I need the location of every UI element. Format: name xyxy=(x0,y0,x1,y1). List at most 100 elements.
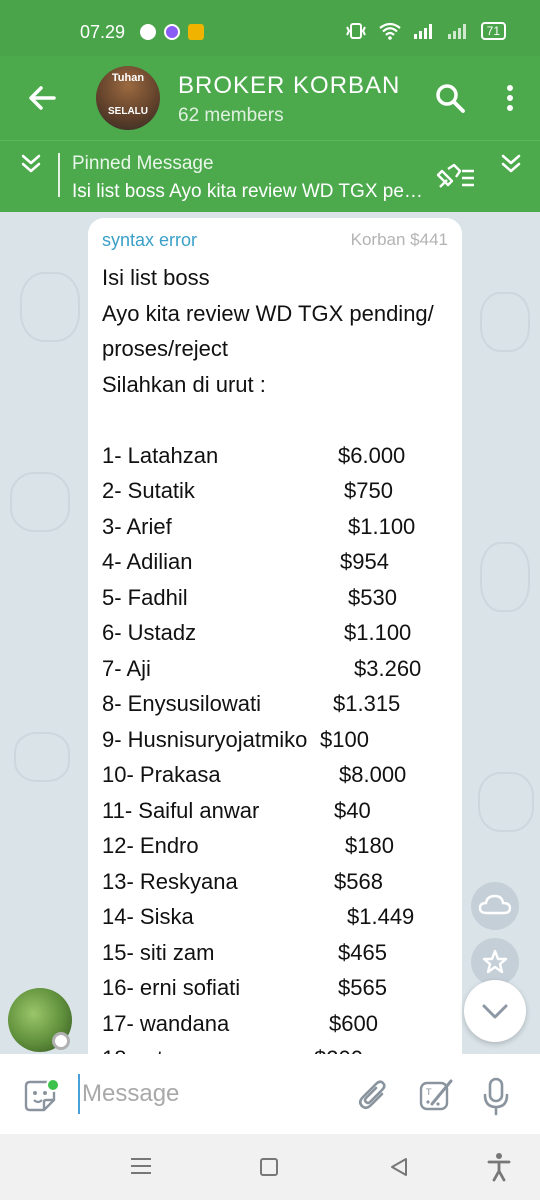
status-dot xyxy=(52,1032,70,1050)
entry-amount: $750 xyxy=(344,478,393,503)
cloud-button[interactable] xyxy=(471,882,519,930)
list-entry-row: 3- Arief $1.100 xyxy=(102,509,434,545)
entry-amount: $568 xyxy=(334,868,383,894)
entry-name: 4- Adilian xyxy=(102,549,193,574)
signal-icon xyxy=(413,24,432,39)
entry-amount: $954 xyxy=(340,549,389,574)
group-avatar[interactable]: Tuhan SELALU xyxy=(96,66,160,130)
entry-amount: $530 xyxy=(348,584,397,610)
entry-amount: $3.260 xyxy=(354,655,422,681)
battery-indicator: 71 xyxy=(480,22,506,40)
entry-amount: $1.100 xyxy=(348,513,416,539)
background-doodle xyxy=(480,292,530,352)
list-entry-row: 5- Fadhil $530 xyxy=(102,580,434,616)
entry-amount: $8.000 xyxy=(339,762,407,787)
accessibility-icon[interactable] xyxy=(486,1152,512,1182)
member-count: 62 members xyxy=(178,105,284,126)
entry-name: 13- Reskyana xyxy=(102,868,238,894)
list-entry-row: 2- Sutatik $750 xyxy=(102,473,434,509)
list-entry-row: 10- Prakasa $8.000 xyxy=(102,757,434,793)
entry-name: 14- Siska xyxy=(102,904,194,929)
home-icon[interactable] xyxy=(260,1158,278,1176)
message-line: proses/reject xyxy=(102,336,228,361)
list-entry-row: 17- wandana $600 xyxy=(102,1006,434,1042)
list-entry-row: 6- Ustadz $1.100 xyxy=(102,615,434,651)
entry-amount: $465 xyxy=(338,939,387,965)
facebook-icon xyxy=(140,24,156,40)
list-entry-row: 1- Latahzan $6.000 xyxy=(102,438,434,474)
avatar-text-top: Tuhan xyxy=(111,72,145,84)
drawing-icon[interactable]: T xyxy=(418,1078,454,1114)
background-doodle xyxy=(10,472,70,532)
pinned-text: Isi list boss Ayo kita review WD TGX pen… xyxy=(72,181,424,202)
chat-title[interactable]: BROKER KORBAN xyxy=(178,72,408,100)
pinned-message-bar[interactable]: Pinned Message Isi list boss Ayo kita re… xyxy=(0,140,540,212)
more-options-icon[interactable] xyxy=(498,84,522,112)
list-entry-row: 4- Adilian $954 xyxy=(102,544,434,580)
vibrate-icon xyxy=(345,23,366,39)
chevron-down-icon xyxy=(482,1004,508,1019)
attach-icon[interactable] xyxy=(356,1078,390,1114)
list-entry-row: 9- Husnisuryojatmiko $100 xyxy=(102,722,434,758)
entry-name: 16- erni sofiati xyxy=(102,975,241,1000)
back-arrow-icon[interactable] xyxy=(24,80,60,116)
entry-name: 8- Enysusilowati xyxy=(102,691,261,716)
list-entry-row: 11- Saiful anwar $40 xyxy=(102,793,434,829)
entry-amount: $6.000 xyxy=(338,442,406,468)
messenger-icon xyxy=(164,24,180,40)
entry-name: 15- siti zam xyxy=(102,939,215,965)
list-entry-row: 15- siti zam $465 xyxy=(102,935,434,971)
list-entry-row: 12- Endro $180 xyxy=(102,828,434,864)
scroll-down-button[interactable] xyxy=(464,980,526,1042)
pinned-indicator-bar xyxy=(58,153,60,197)
message-input[interactable] xyxy=(78,1074,338,1114)
recent-apps-icon[interactable] xyxy=(130,1156,152,1176)
pinned-list-icon[interactable] xyxy=(436,163,476,191)
chevron-down-double-icon[interactable] xyxy=(18,151,44,177)
background-doodle xyxy=(480,542,530,612)
entry-name: 5- Fadhil xyxy=(102,584,188,610)
entry-amount: $200 xyxy=(314,1041,363,1054)
chevron-down-double-right-icon[interactable] xyxy=(498,151,524,177)
entry-name: 9- Husnisuryojatmiko xyxy=(102,726,308,752)
status-time: 07.29 xyxy=(80,22,126,42)
svg-text:T: T xyxy=(425,1088,432,1098)
entry-name: 7- Aji xyxy=(102,655,151,681)
list-entry-row: 7- Aji $3.260 xyxy=(102,651,434,687)
sender-name[interactable]: syntax error xyxy=(102,230,197,251)
wifi-icon xyxy=(378,22,401,40)
cloud-icon xyxy=(478,894,512,915)
list-entry-row: 18 antony $200 xyxy=(102,1041,434,1054)
back-triangle-icon[interactable] xyxy=(388,1156,410,1178)
entry-amount: $100 xyxy=(320,726,369,752)
entry-name: 17- wandana xyxy=(102,1010,230,1036)
entry-name: 6- Ustadz xyxy=(102,620,197,645)
entry-amount: $1.449 xyxy=(347,904,415,929)
chat-header: Tuhan SELALU BROKER KORBAN 62 members xyxy=(0,56,540,140)
chat-area[interactable]: syntax error Korban $441 Isi list boss A… xyxy=(0,212,540,1054)
entry-amount: $180 xyxy=(345,833,394,858)
entry-amount: $1.100 xyxy=(344,620,412,645)
star-button[interactable] xyxy=(471,938,519,986)
microphone-icon[interactable] xyxy=(482,1076,510,1116)
entry-list: 1- Latahzan $6.000 2- Sutatik $750 3- Arief $… xyxy=(102,438,434,1055)
online-indicator xyxy=(46,1078,60,1092)
message-line: Isi list boss xyxy=(102,265,210,290)
list-entry-row: 8- Enysusilowati $1.315 xyxy=(102,686,434,722)
background-doodle xyxy=(14,732,70,782)
entry-name: 10- Prakasa xyxy=(102,762,221,787)
entry-name: 11- Saiful anwar xyxy=(102,797,260,823)
entry-amount: $565 xyxy=(338,975,387,1000)
entry-name: 18 antony xyxy=(102,1041,199,1054)
message-text: Isi list boss Ayo kita review WD TGX pen… xyxy=(102,260,434,1054)
entry-amount: $40 xyxy=(334,797,371,823)
entry-name: 12- Endro xyxy=(102,833,199,858)
search-icon[interactable] xyxy=(434,82,466,114)
message-bubble[interactable]: syntax error Korban $441 Isi list boss A… xyxy=(88,218,462,1054)
sender-tag: Korban $441 xyxy=(350,230,448,249)
signal-2-icon xyxy=(447,24,466,39)
entry-amount: $600 xyxy=(329,1010,378,1036)
entry-amount: $1.315 xyxy=(333,691,401,716)
message-line: Ayo kita review WD TGX pending/ xyxy=(102,300,434,326)
